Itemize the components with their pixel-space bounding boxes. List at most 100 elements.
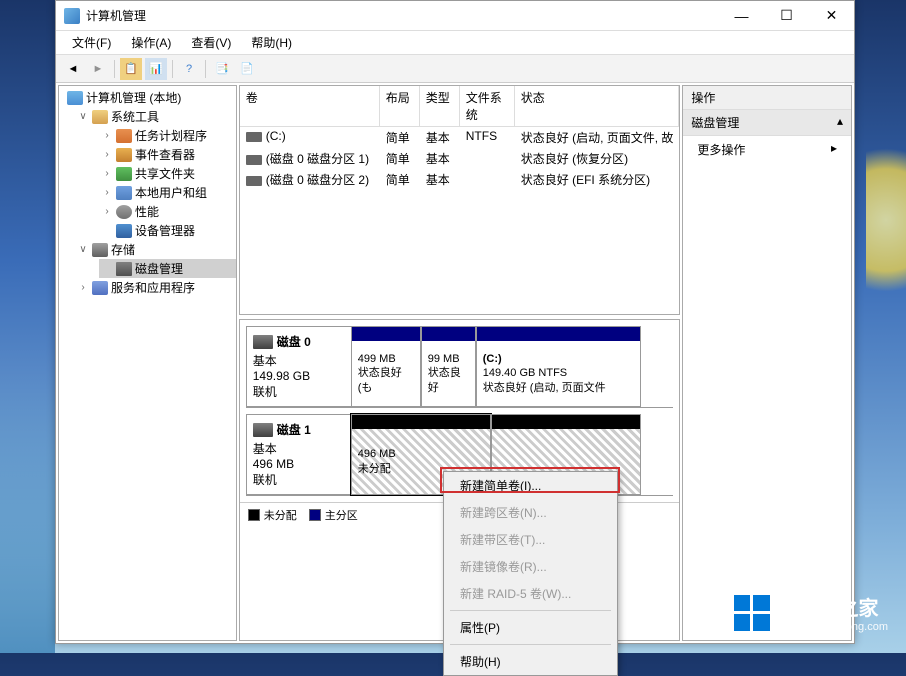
context-menu-item: 新建跨区卷(N)...	[444, 499, 617, 526]
actions-panel: 操作 磁盘管理 ▴ 更多操作 ▸	[682, 85, 852, 641]
disk-info[interactable]: 磁盘 1基本496 MB联机	[246, 414, 351, 495]
separator	[114, 60, 115, 78]
menubar: 文件(F) 操作(A) 查看(V) 帮助(H)	[56, 31, 854, 55]
partition[interactable]: (C:)149.40 GB NTFS状态良好 (启动, 页面文件	[476, 326, 641, 407]
more-actions[interactable]: 更多操作 ▸	[683, 136, 851, 163]
tree-item[interactable]: 设备管理器	[99, 221, 236, 240]
context-menu-item[interactable]: 帮助(H)	[444, 648, 617, 675]
tree-storage[interactable]: ∨ 存储	[75, 240, 236, 259]
watermark: Win10之家 www.win10xitong.com	[734, 592, 888, 633]
context-menu-item: 新建镜像卷(R)...	[444, 553, 617, 580]
tree-system-tools[interactable]: ∨ 系统工具	[75, 107, 236, 126]
context-menu-item: 新建 RAID-5 卷(W)...	[444, 580, 617, 607]
legend-unallocated: 未分配	[248, 507, 297, 523]
close-button[interactable]: ✕	[809, 1, 854, 30]
chevron-right-icon: ▸	[831, 141, 837, 158]
volume-row[interactable]: (磁盘 0 磁盘分区 2)简单基本状态良好 (EFI 系统分区)	[240, 169, 680, 190]
background-decor	[0, 373, 55, 653]
tool-icon[interactable]: 📑	[211, 58, 233, 80]
tree-label: 设备管理器	[135, 222, 195, 239]
expand-icon[interactable]: ›	[77, 282, 89, 293]
tree-label: 系统工具	[111, 108, 159, 125]
section-label: 磁盘管理	[691, 114, 739, 131]
legend-color	[248, 509, 260, 521]
navigation-tree: 计算机管理 (本地) ∨ 系统工具 ›任务计划程序 ›事件查看器 ›共享文件夹 …	[58, 85, 237, 641]
expand-icon[interactable]: ›	[101, 149, 113, 160]
expand-icon[interactable]: ›	[101, 130, 113, 141]
menu-action[interactable]: 操作(A)	[121, 31, 181, 54]
partition-header	[422, 327, 475, 341]
menu-view[interactable]: 查看(V)	[181, 31, 241, 54]
menu-separator	[450, 644, 611, 645]
storage-icon	[92, 243, 108, 257]
partition-header	[477, 327, 640, 341]
tree-disk-management[interactable]: 磁盘管理	[99, 259, 236, 278]
tree-root[interactable]: 计算机管理 (本地)	[65, 88, 236, 107]
event-icon	[116, 148, 132, 162]
perf-icon	[116, 205, 132, 219]
col-volume[interactable]: 卷	[240, 86, 380, 126]
tree-services[interactable]: › 服务和应用程序	[75, 278, 236, 297]
col-filesystem[interactable]: 文件系统	[460, 86, 515, 126]
tree-item[interactable]: › 事件查看器	[99, 145, 236, 164]
tree-label: 磁盘管理	[135, 260, 183, 277]
tools-icon	[92, 110, 108, 124]
tool-icon[interactable]: 📊	[145, 58, 167, 80]
disk-row: 磁盘 0基本149.98 GB联机499 MB状态良好 (も99 MB状态良好(…	[246, 326, 674, 408]
context-menu-item: 新建带区卷(T)...	[444, 526, 617, 553]
share-icon	[116, 167, 132, 181]
tree-label: 共享文件夹	[135, 165, 195, 182]
tree-label: 性能	[135, 203, 159, 220]
tree-item[interactable]: › 共享文件夹	[99, 164, 236, 183]
help-icon[interactable]: ?	[178, 58, 200, 80]
partition-header	[352, 327, 420, 341]
disk-partitions: 499 MB状态良好 (も99 MB状态良好(C:)149.40 GB NTFS…	[351, 326, 674, 407]
device-icon	[116, 224, 132, 238]
volume-icon	[246, 155, 262, 165]
windows-logo-icon	[734, 595, 770, 631]
expand-icon[interactable]: ›	[101, 187, 113, 198]
maximize-button[interactable]: ☐	[764, 1, 809, 30]
expand-icon[interactable]: ›	[101, 206, 113, 217]
chevron-up-icon: ▴	[837, 114, 843, 131]
menu-separator	[450, 610, 611, 611]
expand-icon[interactable]: ∨	[77, 244, 89, 255]
volume-row[interactable]: (C:)简单基本NTFS状态良好 (启动, 页面文件, 故	[240, 127, 680, 148]
context-menu-item[interactable]: 属性(P)	[444, 614, 617, 641]
col-layout[interactable]: 布局	[380, 86, 420, 126]
volume-row[interactable]: (磁盘 0 磁盘分区 1)简单基本状态良好 (恢复分区)	[240, 148, 680, 169]
col-type[interactable]: 类型	[420, 86, 460, 126]
col-status[interactable]: 状态	[515, 86, 680, 126]
computer-icon	[67, 91, 83, 105]
forward-button[interactable]: ►	[87, 58, 109, 80]
services-icon	[92, 281, 108, 295]
context-menu-item[interactable]: 新建简单卷(I)...	[444, 472, 617, 499]
tree-item[interactable]: ›任务计划程序	[99, 126, 236, 145]
partition[interactable]: 99 MB状态良好	[421, 326, 476, 407]
actions-section[interactable]: 磁盘管理 ▴	[683, 110, 851, 136]
back-button[interactable]: ◄	[62, 58, 84, 80]
disk-icon	[116, 262, 132, 276]
tree-item[interactable]: › 本地用户和组	[99, 183, 236, 202]
tree-label: 计算机管理 (本地)	[86, 89, 181, 106]
tool-icon[interactable]: 📋	[120, 58, 142, 80]
action-label: 更多操作	[697, 141, 745, 158]
app-icon	[64, 8, 80, 24]
partition[interactable]: 499 MB状态良好 (も	[351, 326, 421, 407]
tool-icon[interactable]: 📄	[236, 58, 258, 80]
actions-header: 操作	[683, 86, 851, 110]
menu-file[interactable]: 文件(F)	[62, 31, 121, 54]
legend-label: 未分配	[264, 507, 297, 523]
disk-info[interactable]: 磁盘 0基本149.98 GB联机	[246, 326, 351, 407]
separator	[205, 60, 206, 78]
menu-help[interactable]: 帮助(H)	[241, 31, 302, 54]
minimize-button[interactable]: —	[719, 1, 764, 30]
tree-item[interactable]: › 性能	[99, 202, 236, 221]
tree-label: 事件查看器	[135, 146, 195, 163]
disk-icon	[253, 335, 273, 349]
tree-label: 本地用户和组	[135, 184, 207, 201]
volume-icon	[246, 132, 262, 142]
context-menu: 新建简单卷(I)...新建跨区卷(N)...新建带区卷(T)...新建镜像卷(R…	[443, 471, 618, 676]
expand-icon[interactable]: ›	[101, 168, 113, 179]
expand-icon[interactable]: ∨	[77, 111, 89, 122]
